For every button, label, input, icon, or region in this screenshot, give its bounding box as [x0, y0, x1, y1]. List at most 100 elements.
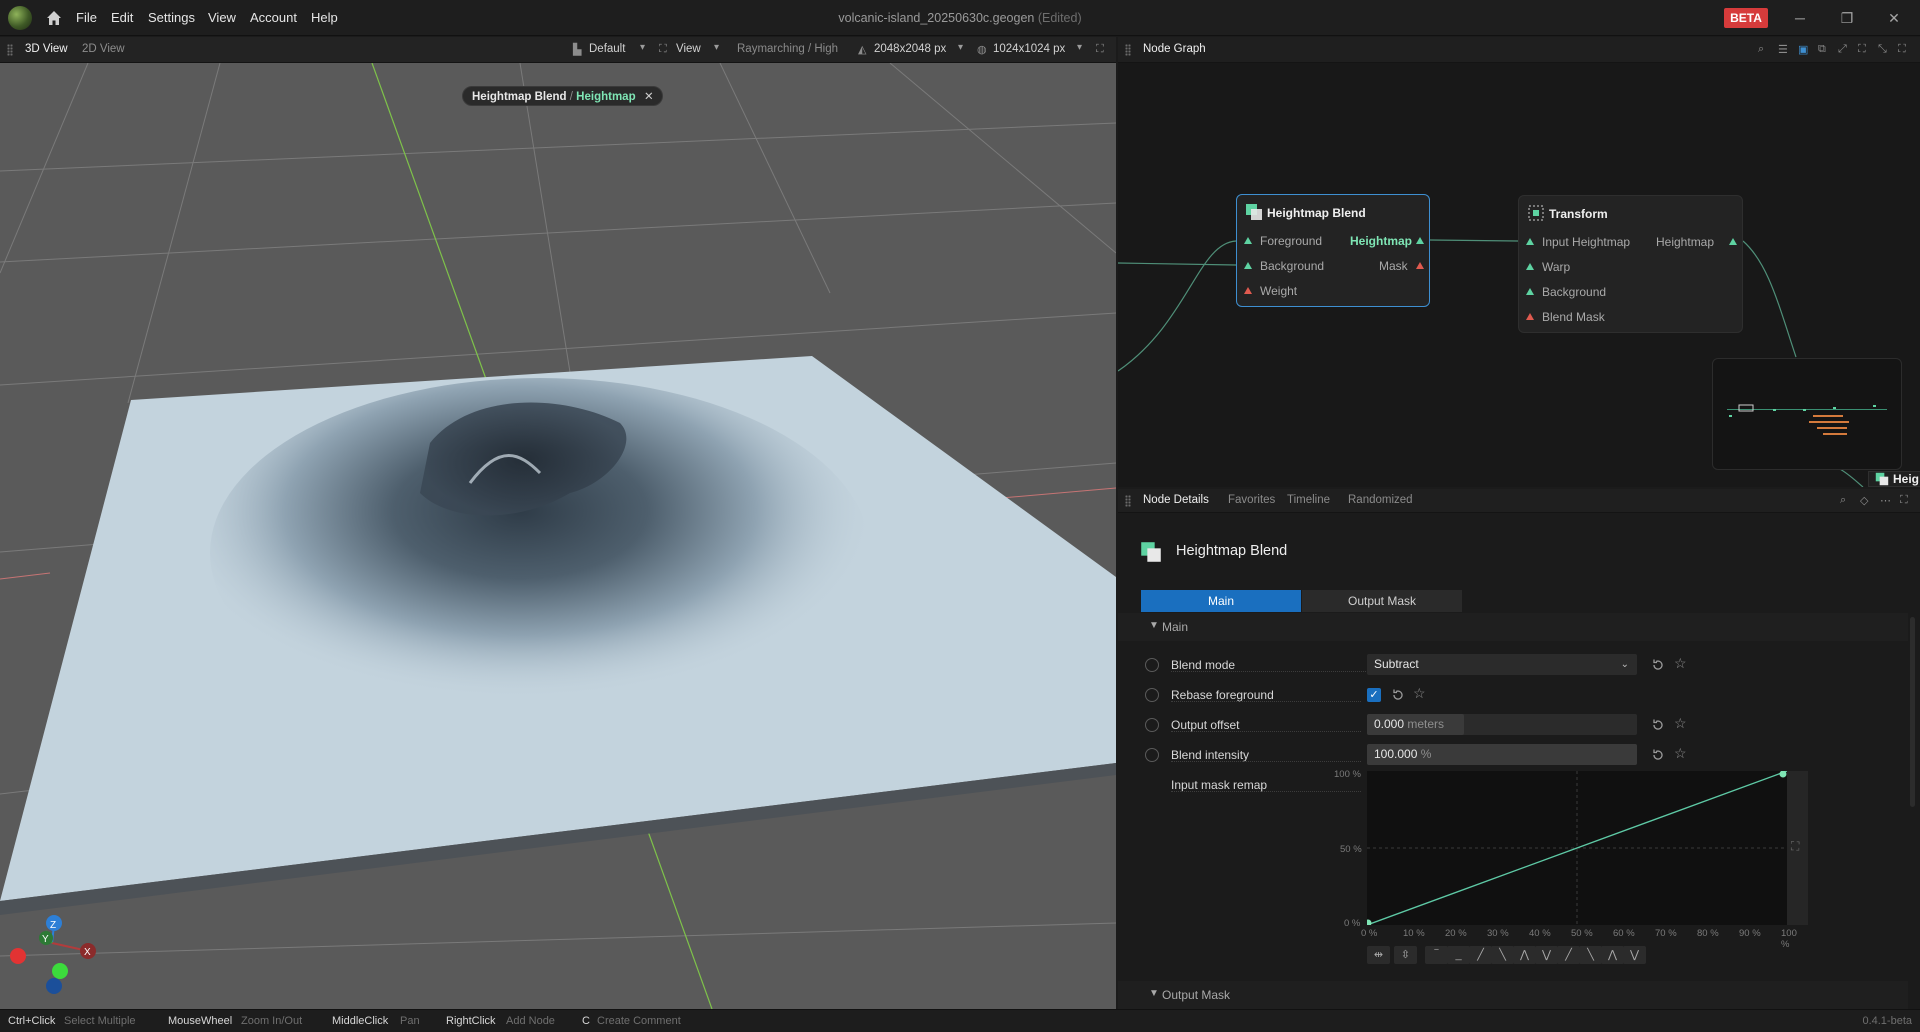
more-icon[interactable]: ⋯ [1880, 494, 1891, 507]
node-graph-minimap[interactable] [1712, 358, 1902, 470]
port-background: Background [1542, 285, 1607, 299]
fullscreen-icon[interactable]: ⛶ [1898, 43, 1906, 56]
reset-icon[interactable] [1391, 688, 1405, 702]
tab-node-details[interactable]: Node Details [1143, 494, 1209, 506]
collapse-icon[interactable]: ⤡ [1878, 43, 1887, 56]
active-output-chip[interactable]: Heightmap Blend / Heightmap ✕ [462, 86, 663, 106]
node-transform[interactable]: Transform Input Heightmap Warp Backgroun… [1518, 195, 1743, 333]
tab-timeline[interactable]: Timeline [1287, 494, 1330, 506]
output-port-icon[interactable] [1416, 237, 1424, 244]
flip-vertical-icon[interactable]: ⇳ [1394, 946, 1417, 964]
chevron-down-icon[interactable]: ▾ [640, 42, 645, 53]
menu-help[interactable]: Help [311, 10, 338, 25]
section-main-header[interactable]: ▼ Main [1118, 613, 1908, 641]
viewport-3d[interactable]: Z Y X Heightmap Blend / Heightmap ✕ [0, 63, 1116, 1009]
preset-low-icon[interactable]: _ [1447, 946, 1470, 964]
preset-linear-up-icon[interactable]: ╱ [1469, 946, 1492, 964]
flip-horizontal-icon[interactable]: ⇹ [1367, 946, 1390, 964]
resolution-dropdown[interactable]: 2048x2048 px [874, 43, 946, 55]
preset-high-icon[interactable]: ‾ [1425, 946, 1448, 964]
reset-icon[interactable] [1651, 748, 1665, 762]
search-icon[interactable]: ⌕ [1840, 494, 1846, 507]
hint-desc: Select Multiple [64, 1015, 136, 1027]
preset-linear-down-icon[interactable]: ╲ [1491, 946, 1514, 964]
fullscreen-icon[interactable]: ⛶ [1096, 43, 1104, 56]
chevron-down-icon[interactable]: ▾ [958, 42, 963, 53]
input-port-icon[interactable] [1526, 263, 1534, 270]
viewport-scene[interactable]: Z Y X [0, 63, 1116, 1009]
menu-file[interactable]: File [76, 10, 97, 25]
layout-icon[interactable]: ⧉ [1818, 43, 1826, 56]
tab-2d-view[interactable]: 2D View [82, 43, 125, 55]
preset-ease-down-icon[interactable]: ╲ [1579, 946, 1602, 964]
preset-peak-icon[interactable]: ⋀ [1513, 946, 1536, 964]
blend-mode-select[interactable]: Subtract ⌄ [1367, 654, 1637, 675]
diamond-icon[interactable]: ◇ [1860, 494, 1868, 507]
render-mode-label[interactable]: Raymarching / High [737, 43, 838, 55]
offscreen-node[interactable]: Heig [1868, 471, 1920, 487]
input-port-icon[interactable] [1244, 262, 1252, 269]
fullscreen-icon[interactable]: ⛶ [1791, 839, 1799, 854]
chevron-down-icon: ▼ [1149, 620, 1159, 631]
tab-3d-view[interactable]: 3D View [25, 43, 68, 55]
details-scrollbar[interactable] [1910, 617, 1915, 807]
favorite-star-icon[interactable]: ☆ [1674, 715, 1687, 732]
favorite-star-icon[interactable]: ☆ [1413, 685, 1426, 702]
segment-output-mask[interactable]: Output Mask [1302, 590, 1462, 612]
rebase-foreground-checkbox[interactable]: ✓ [1367, 688, 1381, 702]
output-offset-slider[interactable]: 0.000 meters [1367, 714, 1637, 735]
node-heightmap-blend[interactable]: Heightmap Blend Foreground Background We… [1236, 194, 1430, 307]
minimize-icon[interactable]: ─ [1790, 8, 1810, 28]
panel-grip-icon[interactable] [1125, 495, 1131, 507]
input-port-icon[interactable] [1526, 313, 1534, 320]
home-icon[interactable] [44, 8, 64, 28]
output-port-icon[interactable] [1729, 238, 1737, 245]
preset-soft-peak-icon[interactable]: ⋀ [1601, 946, 1624, 964]
list-icon[interactable]: ☰ [1778, 43, 1788, 56]
frame-icon[interactable]: ▣ [1798, 43, 1808, 56]
input-port-icon[interactable] [1526, 238, 1534, 245]
camera-preset-dropdown[interactable]: Default [589, 43, 625, 55]
menu-account[interactable]: Account [250, 10, 297, 25]
preset-ease-up-icon[interactable]: ╱ [1557, 946, 1580, 964]
tab-favorites[interactable]: Favorites [1228, 494, 1275, 506]
output-port-icon[interactable] [1416, 262, 1424, 269]
curve-point-end[interactable] [1779, 770, 1787, 778]
blend-intensity-slider[interactable]: 100.000 % [1367, 744, 1637, 765]
preview-resolution-dropdown[interactable]: 1024x1024 px [993, 43, 1065, 55]
reset-icon[interactable] [1651, 658, 1665, 672]
panel-grip-icon[interactable] [7, 44, 13, 56]
expose-param-toggle[interactable] [1145, 718, 1159, 732]
expose-param-toggle[interactable] [1145, 658, 1159, 672]
expose-param-toggle[interactable] [1145, 748, 1159, 762]
tab-randomized[interactable]: Randomized [1348, 494, 1413, 506]
segment-main[interactable]: Main [1141, 590, 1301, 612]
input-port-icon[interactable] [1244, 237, 1252, 244]
expose-param-toggle[interactable] [1145, 688, 1159, 702]
preset-soft-valley-icon[interactable]: ⋁ [1623, 946, 1646, 964]
reset-icon[interactable] [1651, 718, 1665, 732]
chevron-down-icon[interactable]: ▾ [1077, 42, 1082, 53]
favorite-star-icon[interactable]: ☆ [1674, 745, 1687, 762]
search-icon[interactable]: ⌕ [1758, 43, 1764, 56]
close-window-icon[interactable]: ✕ [1884, 8, 1904, 28]
expand-icon[interactable]: ⤢ [1838, 43, 1847, 56]
fit-view-icon[interactable]: ⛶ [1858, 43, 1866, 56]
view-dropdown[interactable]: View [676, 43, 701, 55]
close-icon[interactable]: ✕ [644, 87, 654, 107]
input-port-icon[interactable] [1244, 287, 1252, 294]
menu-view[interactable]: View [208, 10, 236, 25]
preset-valley-icon[interactable]: ⋁ [1535, 946, 1558, 964]
fullscreen-icon[interactable]: ⛶ [1900, 494, 1908, 507]
input-mask-remap-curve[interactable] [1364, 770, 1788, 927]
menu-settings[interactable]: Settings [148, 10, 195, 25]
curve-point-start[interactable] [1364, 919, 1372, 927]
maximize-icon[interactable]: ❐ [1837, 8, 1857, 28]
node-graph-canvas[interactable]: Heightmap Blend Foreground Background We… [1118, 63, 1920, 487]
input-port-icon[interactable] [1526, 288, 1534, 295]
favorite-star-icon[interactable]: ☆ [1674, 655, 1687, 672]
chevron-down-icon[interactable]: ▾ [714, 42, 719, 53]
menu-edit[interactable]: Edit [111, 10, 133, 25]
panel-grip-icon[interactable] [1125, 44, 1131, 56]
section-output-mask-header[interactable]: ▼ Output Mask [1118, 981, 1908, 1009]
